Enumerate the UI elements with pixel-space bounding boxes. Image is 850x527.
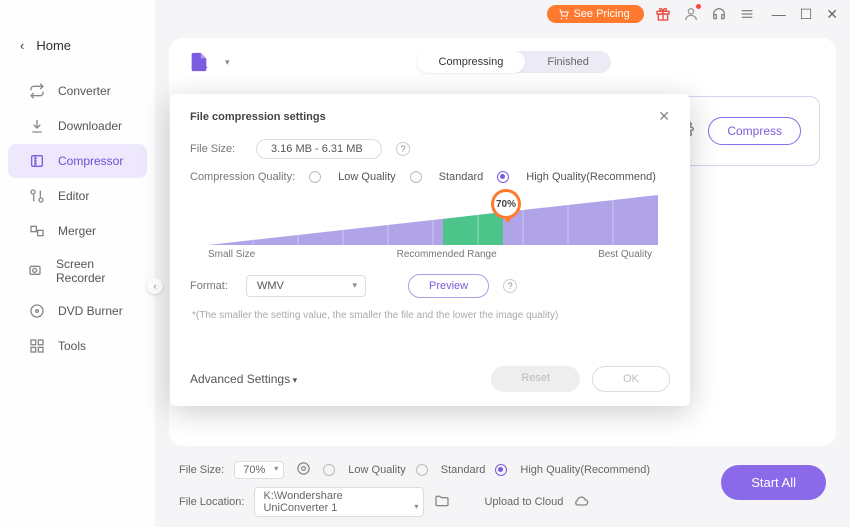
slider-label-rec: Recommended Range [397,249,497,260]
filesize-label: File Size: [190,143,242,155]
format-select[interactable]: WMV [246,275,366,297]
radio-low[interactable] [309,171,321,183]
tools-icon [28,337,46,355]
slider-label-small: Small Size [208,249,255,260]
account-icon[interactable] [682,5,700,23]
format-label: Format: [190,280,232,292]
compressor-icon [28,152,46,170]
sidebar-item-recorder[interactable]: Screen Recorder [8,249,147,293]
sidebar-item-converter[interactable]: Converter [8,74,147,108]
bb-settings-icon[interactable] [296,461,311,479]
minimize-button[interactable]: — [772,6,786,23]
converter-icon [28,82,46,100]
tabs: Compressing Finished [417,51,611,73]
recorder-icon [28,262,44,280]
bb-filesize-select[interactable]: 70% [234,461,284,479]
close-icon[interactable]: ✕ [658,108,670,125]
sidebar-item-merger[interactable]: Merger [8,214,147,248]
bb-location-select[interactable]: K:\Wondershare UniConverter 1 [254,487,424,517]
svg-text:+: + [202,63,208,73]
chevron-left-icon: ‹ [20,38,24,53]
slider-handle[interactable]: 70% [491,189,521,219]
radio-std[interactable] [410,171,422,183]
downloader-icon [28,117,46,135]
bb-filesize-label: File Size: [179,464,224,476]
reset-button[interactable]: Reset [491,366,580,392]
bb-radio-std[interactable] [416,464,428,476]
compression-settings-modal: File compression settings ✕ File Size: 3… [170,94,690,406]
support-icon[interactable] [710,5,728,23]
cloud-icon[interactable] [573,493,589,512]
merger-icon [28,222,46,240]
tab-finished[interactable]: Finished [525,51,611,73]
advanced-settings-toggle[interactable]: Advanced Settings [190,372,297,386]
sidebar-item-editor[interactable]: Editor [8,179,147,213]
preview-button[interactable]: Preview [408,274,489,298]
quality-slider[interactable]: 70% Small Size Recommended Range Best Qu… [208,195,652,260]
bb-location-label: File Location: [179,496,244,508]
sidebar-item-downloader[interactable]: Downloader [8,109,147,143]
sidebar: ‹ Home Converter Downloader Compressor E… [0,0,155,527]
sidebar-item-compressor[interactable]: Compressor [8,144,147,178]
modal-title: File compression settings [190,111,326,123]
back-home[interactable]: ‹ Home [0,28,155,63]
slider-label-best: Best Quality [598,249,652,260]
editor-icon [28,187,46,205]
bb-radio-low[interactable] [323,464,335,476]
close-button[interactable]: ✕ [826,6,838,23]
sidebar-item-tools[interactable]: Tools [8,329,147,363]
filesize-input[interactable]: 3.16 MB - 6.31 MB [256,139,382,159]
ok-button[interactable]: OK [592,366,670,392]
radio-high[interactable] [497,171,509,183]
add-dropdown-caret[interactable]: ▾ [225,57,230,68]
maximize-button[interactable]: ☐ [800,6,813,23]
gift-icon[interactable] [654,5,672,23]
add-file-button[interactable]: + [185,48,213,76]
tab-compressing[interactable]: Compressing [417,51,526,73]
menu-icon[interactable] [738,5,756,23]
folder-icon[interactable] [434,493,450,512]
dvd-icon [28,302,46,320]
quality-label: Compression Quality: [190,171,295,183]
see-pricing-button[interactable]: See Pricing [547,5,643,23]
compress-button[interactable]: Compress [708,117,801,145]
help-icon-2[interactable]: ? [503,279,517,293]
help-icon[interactable]: ? [396,142,410,156]
start-all-button[interactable]: Start All [721,465,826,500]
hint-text: *(The smaller the setting value, the sma… [192,310,670,321]
bb-radio-high[interactable] [495,464,507,476]
sidebar-item-dvd[interactable]: DVD Burner [8,294,147,328]
